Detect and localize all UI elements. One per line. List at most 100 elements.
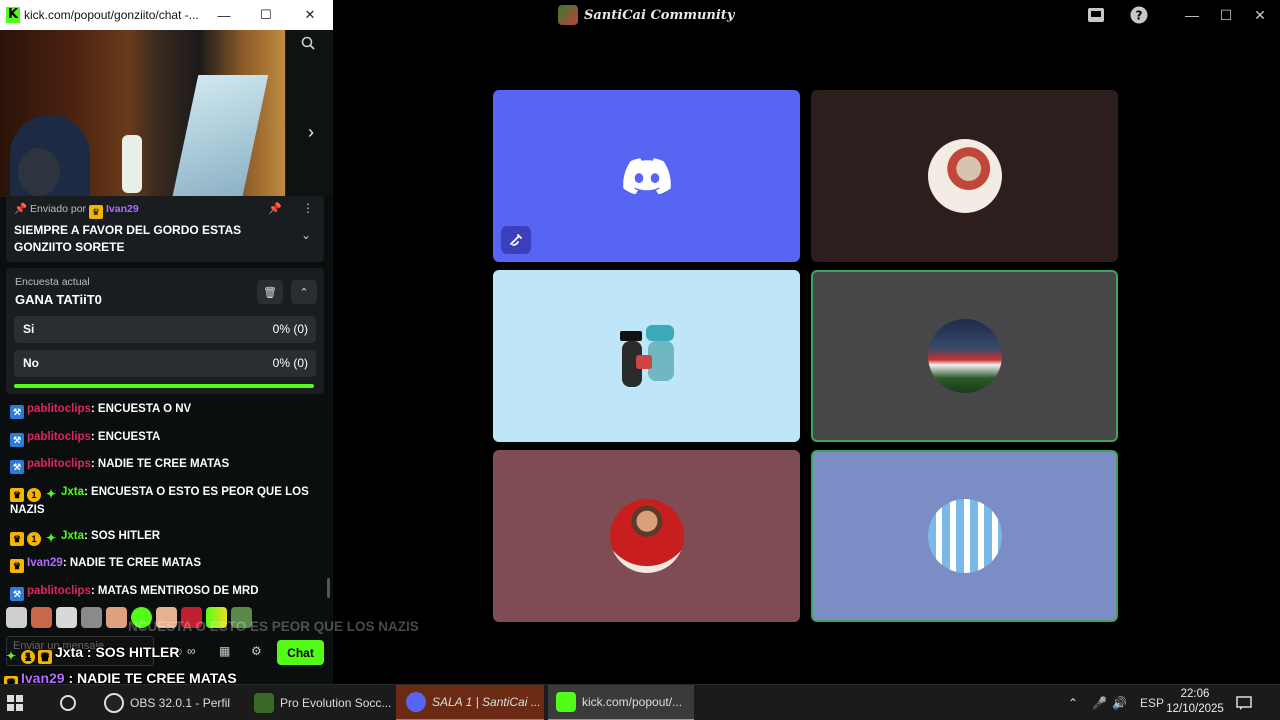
participant-tile[interactable] [811, 450, 1118, 622]
discord-window: SantiCai Community ? — ☐ ✕ [333, 0, 1280, 684]
close-icon[interactable]: ✕ [1249, 4, 1271, 26]
pinned-user[interactable]: Ivan29 [106, 203, 139, 215]
clock-date: 12/10/2025 [1166, 703, 1224, 715]
maximize-icon[interactable]: ☐ [1215, 4, 1237, 26]
participant-tile[interactable] [811, 90, 1118, 262]
clock[interactable]: 22:06 12/10/2025 [1163, 687, 1227, 717]
taskbar: OBS 32.0.1 - Perfil Pro Evolution Socc..… [0, 684, 1280, 720]
emote-icon[interactable] [106, 607, 127, 628]
search-icon[interactable] [301, 36, 315, 53]
emote-icon[interactable] [31, 607, 52, 628]
svg-text:?: ? [1136, 9, 1143, 23]
poll-timer-bar [14, 384, 314, 388]
overlay-text: : SOS HITLER [83, 644, 180, 660]
taskbar-item-label: kick.com/popout/... [582, 695, 683, 709]
link-icon[interactable]: ∞ [187, 644, 196, 658]
chat-scrollbar[interactable] [327, 578, 330, 598]
chat-text: : SOS HITLER [84, 529, 161, 542]
more-options-icon[interactable]: ⋮ [302, 201, 314, 215]
participant-tile[interactable] [493, 450, 800, 622]
participant-tile[interactable] [811, 270, 1118, 442]
participant-tile-discord[interactable] [493, 90, 800, 262]
chevron-up-icon[interactable]: ⌃ [291, 280, 317, 304]
founder-badge-icon: 1 [27, 487, 41, 502]
participant-tile[interactable] [493, 270, 800, 442]
search-icon[interactable] [58, 685, 78, 720]
pes-icon [254, 693, 274, 713]
emote-icon[interactable] [56, 607, 77, 628]
taskbar-item-pes[interactable]: Pro Evolution Socc... [254, 685, 391, 720]
minimize-icon[interactable]: — [214, 5, 234, 25]
taskbar-item-kick[interactable]: kick.com/popout/... [548, 685, 694, 720]
chat-username[interactable]: Jxta [61, 486, 84, 498]
taskbar-item-discord[interactable]: SALA 1 | SantiCai ... [396, 685, 544, 720]
tray-overflow-icon[interactable]: ⌃ [1068, 685, 1078, 720]
video-grid [493, 90, 1119, 623]
inbox-icon[interactable] [1085, 4, 1107, 26]
kick-title-bar: K kick.com/popout/gonziito/chat -... — ☐… [0, 0, 333, 30]
help-icon[interactable]: ? [1128, 4, 1150, 26]
notifications-icon[interactable] [1236, 685, 1252, 720]
trash-icon[interactable]: 🗑 [257, 280, 283, 304]
server-icon [558, 5, 578, 25]
chat-username[interactable]: pablitoclips [27, 431, 91, 443]
poll-option-result: 0% (0) [272, 322, 308, 336]
discord-logo-icon [622, 158, 671, 194]
crown-badge-icon: ♛ [10, 487, 24, 502]
pinned-message: 📌 Enviado por ♛ Ivan29 📌 ⋮ SIEMPRE A FAVO… [6, 196, 324, 262]
mod-badge-icon: ⚒ [10, 432, 24, 447]
overlay-chat-line: ✦ 1 ♛ Jxta : SOS HITLER [4, 644, 179, 664]
og-badge-icon: ✦ [5, 649, 17, 663]
volume-icon[interactable]: 🔊 [1112, 685, 1127, 720]
gear-icon[interactable]: ⚙ [251, 644, 262, 658]
chat-username[interactable]: pablitoclips [27, 403, 91, 415]
kick-logo-icon: K [6, 7, 20, 23]
chat-username[interactable]: Jxta [61, 530, 84, 542]
chat-send-button[interactable]: Chat [277, 640, 324, 665]
maximize-icon[interactable]: ☐ [256, 5, 276, 25]
pin-icon[interactable]: 📌 [268, 202, 282, 215]
emote-icon[interactable] [6, 607, 27, 628]
chat-text: : NADIE TE CREE MATAS [90, 458, 230, 470]
og-badge-icon: ✦ [45, 530, 57, 545]
chat-username[interactable]: pablitoclips [27, 458, 91, 470]
chat-username[interactable]: pablitoclips [27, 585, 91, 597]
chevron-right-icon[interactable]: › [308, 122, 314, 143]
microphone-icon[interactable]: 🎤 [1092, 685, 1107, 720]
chat-text: : ENCUESTA O NV [90, 403, 192, 415]
og-badge-icon: ✦ [45, 486, 57, 501]
chat-text: : ENCUESTA [90, 430, 161, 443]
taskbar-item-label: OBS 32.0.1 - Perfil [130, 696, 231, 710]
stream-video[interactable] [0, 30, 285, 197]
taskbar-item-obs[interactable]: OBS 32.0.1 - Perfil [104, 685, 230, 720]
start-button[interactable] [6, 685, 24, 720]
crown-badge-icon: ♛ [10, 531, 24, 546]
founder-badge-icon: 1 [21, 650, 35, 664]
chat-message: ⚒ pablitoclips: ENCUESTA [10, 429, 320, 447]
pinned-message-text: SIEMPRE A FAVOR DEL GORDO ESTAS GONZIITO… [14, 223, 242, 254]
pin-small-icon: 📌 [14, 203, 28, 215]
mod-badge-icon: ⚒ [10, 405, 24, 419]
deafened-icon [501, 226, 531, 254]
chat-username[interactable]: Ivan29 [27, 557, 63, 569]
mod-badge-icon: ⚒ [10, 586, 24, 601]
chat-message: ⚒ pablitoclips: MATAS MENTIROSO DE MRD [10, 583, 320, 601]
window-url: kick.com/popout/gonziito/chat -... [24, 8, 199, 22]
pinned-meta: 📌 Enviado por ♛ Ivan29 [14, 202, 139, 219]
language-indicator[interactable]: ESP [1140, 685, 1164, 720]
mod-badge-icon: ⚒ [10, 460, 24, 474]
chat-text: : NADIE TE CREE MATAS [62, 557, 202, 569]
poll-option-result: 0% (0) [272, 356, 308, 370]
close-icon[interactable]: ✕ [300, 5, 320, 25]
participant-avatar [927, 499, 1002, 573]
minimize-icon[interactable]: — [1181, 4, 1203, 26]
crown-badge-icon: ♛ [38, 650, 52, 664]
participant-avatar [609, 499, 684, 573]
poll-option[interactable]: Si 0% (0) [14, 316, 316, 343]
chevron-down-icon[interactable]: ⌄ [301, 228, 311, 242]
store-icon[interactable]: ▦ [219, 644, 230, 658]
emote-icon[interactable] [81, 607, 102, 628]
participant-avatar [927, 139, 1002, 213]
founder-badge-icon: 1 [27, 531, 41, 546]
poll-option[interactable]: No 0% (0) [14, 350, 316, 377]
